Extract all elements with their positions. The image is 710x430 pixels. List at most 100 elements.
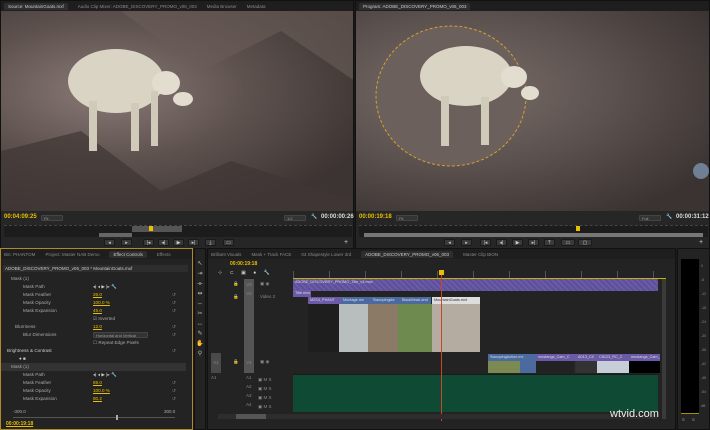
source-video-frame[interactable] <box>1 11 353 211</box>
audio-track-controls[interactable]: ▣ M S ▣ M S ▣ M S ▣ M S <box>258 375 272 411</box>
tab-audio-clip-mixer[interactable]: Audio Clip Mixer: ADOBE_DISCOVERY_PROMO_… <box>78 4 197 9</box>
repeat-edge-checkbox[interactable]: ☐ Repeat Edge Pixels <box>93 339 139 347</box>
mask-opacity-value[interactable]: 100.0 % <box>93 299 110 307</box>
zoom-tool-icon[interactable]: ⚲ <box>195 349 205 359</box>
rolling-edit-tool-icon[interactable]: ⇹ <box>195 289 205 299</box>
track-v3[interactable]: ADOBE_DISCOVERY_PROMO_Title_v3.mov <box>293 279 658 291</box>
source-timecode[interactable]: 00:04:09:25 <box>4 214 37 220</box>
ripple-edit-tool-icon[interactable]: ⟛ <box>195 279 205 289</box>
mark-out-button[interactable]: ▸ <box>461 239 472 246</box>
track-select-tool-icon[interactable]: ⇥ <box>195 269 205 279</box>
blur-dimensions-select[interactable]: Horizontal and Vertical <box>93 332 148 338</box>
program-zoom-scrollbar[interactable] <box>364 233 703 237</box>
mask-header[interactable]: Mask (1) <box>11 276 29 281</box>
program-video-frame[interactable] <box>356 11 709 211</box>
slip-tool-icon[interactable]: ↔ <box>195 319 205 329</box>
inverted-checkbox[interactable]: ☑ Inverted <box>93 315 115 323</box>
solo-right-button[interactable]: S <box>692 417 695 422</box>
program-timecode[interactable]: 00:00:19:18 <box>359 214 392 220</box>
tab-sequence-active[interactable]: ADOBE_DISCOVERY_PROMO_v06_003 <box>361 250 454 258</box>
clip-v2-selected[interactable]: MountainGoats.mxf <box>432 297 480 304</box>
mask-feather-value[interactable]: 26.0 <box>93 291 102 299</box>
timeline-tool-icons[interactable]: ⊹ ⊂ ▣ ● 🔧 <box>218 270 270 276</box>
mask-expansion-value[interactable]: 80.2 <box>93 395 102 403</box>
mark-in-button[interactable]: ◂ <box>444 239 455 246</box>
lift-button[interactable]: ⤒ <box>544 239 555 246</box>
tab-sequence[interactable]: 03 Shapestyle Lower 3rd <box>301 252 351 257</box>
clip-v1[interactable]: SwoopingAction.mx <box>488 354 536 361</box>
step-back-button[interactable]: ◂| <box>496 239 507 246</box>
reset-icon[interactable]: ↺ <box>172 291 176 299</box>
slider-thumb[interactable] <box>115 415 118 420</box>
selection-tool-icon[interactable]: ↖ <box>195 259 205 269</box>
playhead-line[interactable] <box>441 271 442 421</box>
timeline-timecode[interactable]: 00:00:19:18 <box>230 261 257 267</box>
overwrite-button[interactable]: ▭ <box>223 239 234 246</box>
program-time-ruler[interactable] <box>359 225 708 237</box>
reset-icon[interactable]: ↺ <box>172 379 176 387</box>
go-to-in-button[interactable]: |◂ <box>143 239 154 246</box>
tab-source[interactable]: Source: MountainGoats.mxf <box>4 2 68 10</box>
audio-tracks-area[interactable] <box>293 374 658 412</box>
mask-shape-icons[interactable]: ● ■ <box>19 356 26 361</box>
track-label-a1[interactable]: A1 <box>246 375 252 380</box>
source-time-ruler[interactable] <box>4 225 352 237</box>
expansion-slider[interactable] <box>13 415 175 420</box>
mark-out-button[interactable]: ▸ <box>121 239 132 246</box>
razor-tool-icon[interactable]: ✂ <box>195 309 205 319</box>
step-forward-button[interactable]: ▸| <box>188 239 199 246</box>
clip-title[interactable]: ADOBE_DISCOVERY_PROMO_Title_v3.mov <box>293 279 373 286</box>
tab-bin[interactable]: Bin: PHANTOM <box>4 252 35 257</box>
tab-metadata[interactable]: Metadata <box>247 4 266 9</box>
eye-icon[interactable]: ▣ ◉ <box>260 281 269 287</box>
brightness-contrast-header[interactable]: Brightness & Contrast <box>7 348 52 353</box>
reset-icon[interactable]: ↺ <box>172 387 176 395</box>
add-button-icon[interactable]: + <box>699 239 703 246</box>
insert-button[interactable]: ⤓ <box>205 239 216 246</box>
reset-icon[interactable]: ↺ <box>172 299 176 307</box>
clip-v1[interactable]: mustangs_Cam_9504 <box>629 354 660 361</box>
lock-icon[interactable]: 🔒 <box>233 359 239 365</box>
wrench-icon[interactable]: 🔧 <box>666 214 672 220</box>
go-to-in-button[interactable]: |◂ <box>480 239 491 246</box>
track-label-a2[interactable]: A2 <box>246 384 252 389</box>
track-label-v2[interactable]: V2 <box>244 291 254 353</box>
vertical-scrollbar[interactable] <box>662 279 666 419</box>
clip-v2[interactable]: BlackBearLand <box>400 297 431 304</box>
horizontal-scrollbar[interactable] <box>218 414 658 419</box>
timeline-ruler[interactable] <box>293 271 666 279</box>
clip-v1[interactable]: A013_C0 <box>576 354 597 361</box>
reset-icon[interactable]: ↺ <box>172 347 176 355</box>
clip-v1[interactable]: mustangs_Cam_C <box>536 354 574 361</box>
pen-tool-icon[interactable]: ✎ <box>195 329 205 339</box>
program-resolution-select[interactable]: Full <box>639 215 661 221</box>
mask-track-controls[interactable]: ◂| ◂ ▶ |▸ 🔧 <box>93 371 117 379</box>
tab-project[interactable]: Project: Master NAB Demo <box>45 252 99 257</box>
source-patch-v1[interactable]: V1 <box>211 353 221 373</box>
tab-sequence[interactable]: Mask + Track FACE <box>251 252 291 257</box>
mask-expansion-value[interactable]: 45.0 <box>93 307 102 315</box>
source-zoom-scrollbar[interactable] <box>99 233 132 237</box>
blurriness-value[interactable]: 12.0 <box>93 323 102 331</box>
add-button-icon[interactable]: + <box>344 239 348 246</box>
clip-title-sub[interactable]: Title.mov <box>293 290 311 297</box>
track-label-v3[interactable]: V3 <box>244 279 254 291</box>
mask-track-controls[interactable]: ◂| ◂ ▶ |▸ 🔧 <box>93 283 117 291</box>
reset-icon[interactable]: ↺ <box>172 307 176 315</box>
comparison-button[interactable]: ▢ <box>578 239 592 246</box>
source-resolution-select[interactable]: 1/2 <box>284 215 306 221</box>
wrench-icon[interactable]: 🔧 <box>311 214 317 220</box>
source-playhead[interactable] <box>149 226 153 231</box>
lock-icon[interactable]: 🔒 <box>233 281 239 287</box>
export-frame-button[interactable]: ▭ <box>561 239 575 246</box>
mask-header[interactable]: Mask (1) <box>11 364 29 369</box>
mask-opacity-value[interactable]: 100.0 % <box>93 387 110 395</box>
program-zoom-select[interactable]: Fit <box>396 215 418 221</box>
reset-icon[interactable]: ↺ <box>172 395 176 403</box>
clip-v2[interactable]: Montage.mx <box>341 297 371 304</box>
clip-v2[interactable]: M2S4_PHANT <box>308 297 341 304</box>
effect-timecode[interactable]: 00:00:19:18 <box>6 421 33 427</box>
tab-effects[interactable]: Effects <box>157 252 171 257</box>
reset-icon[interactable]: ↺ <box>172 331 176 339</box>
clip-v1[interactable]: C8123_RC_2 <box>597 354 629 361</box>
